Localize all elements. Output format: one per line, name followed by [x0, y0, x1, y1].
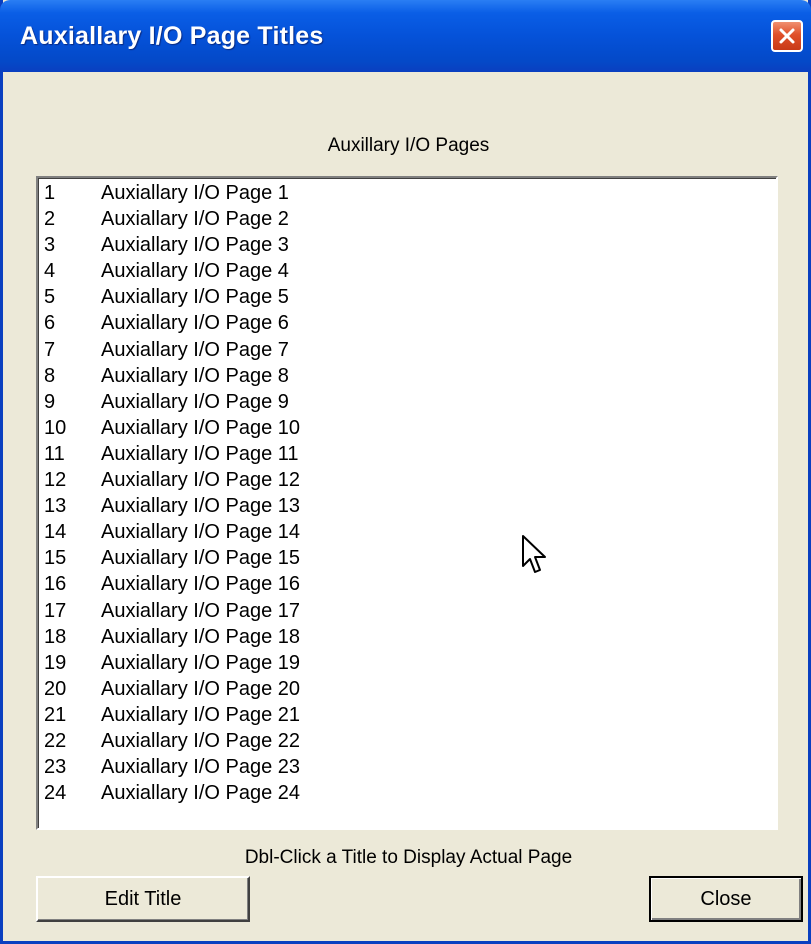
title-bar[interactable]: Auxiallary I/O Page Titles — [0, 0, 811, 72]
window-title: Auxiallary I/O Page Titles — [20, 22, 324, 50]
page-title: Auxiallary I/O Page 3 — [101, 234, 289, 257]
page-number: 19 — [44, 651, 67, 674]
page-number: 21 — [44, 703, 67, 726]
list-item[interactable]: 13 Auxiallary I/O Page 13 — [38, 493, 776, 519]
page-title: Auxiallary I/O Page 13 — [101, 495, 300, 518]
page-number: 20 — [44, 677, 67, 700]
dialog-window: Auxiallary I/O Page Titles Auxillary I/O… — [0, 0, 811, 944]
page-title: Auxiallary I/O Page 15 — [101, 547, 300, 570]
list-item[interactable]: 11 Auxiallary I/O Page 11 — [38, 441, 776, 467]
list-header: Auxillary I/O Pages — [327, 135, 490, 156]
page-number: 22 — [44, 729, 67, 752]
page-number: 14 — [44, 521, 67, 544]
page-title: Auxiallary I/O Page 2 — [101, 208, 289, 231]
close-icon[interactable] — [771, 20, 803, 52]
page-title: Auxiallary I/O Page 16 — [101, 573, 300, 596]
list-item[interactable]: 15 Auxiallary I/O Page 15 — [38, 545, 776, 571]
edit-title-button[interactable]: Edit Title — [36, 876, 250, 922]
mouse-pointer-icon — [521, 534, 549, 583]
page-number: 23 — [44, 756, 67, 779]
page-number: 12 — [44, 469, 67, 492]
page-number: 18 — [44, 625, 67, 648]
page-title: Auxiallary I/O Page 10 — [101, 416, 300, 439]
page-number: 11 — [44, 442, 65, 465]
page-number: 15 — [44, 547, 67, 570]
page-number: 2 — [44, 208, 56, 231]
list-item[interactable]: 10 Auxiallary I/O Page 10 — [38, 415, 776, 441]
page-title: Auxiallary I/O Page 5 — [101, 286, 289, 309]
close-x-glyph — [779, 28, 795, 44]
list-item[interactable]: 17 Auxiallary I/O Page 17 — [38, 598, 776, 624]
page-title: Auxiallary I/O Page 9 — [101, 390, 289, 413]
page-number: 17 — [44, 599, 67, 622]
page-title: Auxiallary I/O Page 20 — [101, 677, 300, 700]
list-item[interactable]: 9 Auxiallary I/O Page 9 — [38, 389, 776, 415]
list-item[interactable]: 22 Auxiallary I/O Page 22 — [38, 728, 776, 754]
page-title: Auxiallary I/O Page 18 — [101, 625, 300, 648]
list-item[interactable]: 1 Auxiallary I/O Page 1 — [38, 180, 776, 206]
page-number: 16 — [44, 573, 67, 596]
list-item[interactable]: 4 Auxiallary I/O Page 4 — [38, 258, 776, 284]
page-title: Auxiallary I/O Page 12 — [101, 469, 300, 492]
page-title: Auxiallary I/O Page 19 — [101, 651, 300, 674]
page-title: Auxiallary I/O Page 6 — [101, 312, 289, 335]
page-title: Auxiallary I/O Page 8 — [101, 364, 289, 387]
list-item[interactable]: 21 Auxiallary I/O Page 21 — [38, 702, 776, 728]
page-number: 8 — [44, 364, 56, 387]
page-number: 9 — [44, 390, 56, 413]
list-item[interactable]: 19 Auxiallary I/O Page 19 — [38, 650, 776, 676]
list-item[interactable]: 6 Auxiallary I/O Page 6 — [38, 310, 776, 336]
list-item[interactable]: 14 Auxiallary I/O Page 14 — [38, 519, 776, 545]
page-number: 6 — [44, 312, 56, 335]
page-number: 5 — [44, 286, 56, 309]
list-item[interactable]: 5 Auxiallary I/O Page 5 — [38, 284, 776, 310]
list-item[interactable]: 3 Auxiallary I/O Page 3 — [38, 232, 776, 258]
page-title: Auxiallary I/O Page 23 — [101, 756, 300, 779]
list-item[interactable]: 12 Auxiallary I/O Page 12 — [38, 467, 776, 493]
page-title: Auxiallary I/O Page 21 — [101, 703, 300, 726]
page-titles-list[interactable]: 1 Auxiallary I/O Page 1 2 Auxiallary I/O Pa… — [36, 176, 778, 830]
page-number: 4 — [44, 260, 56, 283]
page-number: 3 — [44, 234, 56, 257]
hint-text: Dbl-Click a Title to Display Actual Page — [244, 847, 573, 868]
page-number: 13 — [44, 495, 67, 518]
page-title: Auxiallary I/O Page 7 — [101, 338, 289, 361]
list-item[interactable]: 23 Auxiallary I/O Page 23 — [38, 754, 776, 780]
page-number: 7 — [44, 338, 56, 361]
page-title: Auxiallary I/O Page 14 — [101, 521, 300, 544]
list-item[interactable]: 8 Auxiallary I/O Page 8 — [38, 363, 776, 389]
list-item[interactable]: 2 Auxiallary I/O Page 2 — [38, 206, 776, 232]
page-number: 1 — [44, 182, 56, 204]
list-item[interactable]: 24 Auxiallary I/O Page 24 — [38, 780, 776, 806]
page-title: Auxiallary I/O Page 4 — [101, 260, 289, 283]
list-item[interactable]: 7 Auxiallary I/O Page 7 — [38, 337, 776, 363]
list-item[interactable]: 18 Auxiallary I/O Page 18 — [38, 624, 776, 650]
page-title: Auxiallary I/O Page 11 — [101, 442, 299, 465]
page-title: Auxiallary I/O Page 22 — [101, 729, 300, 752]
page-title: Auxiallary I/O Page 1 — [101, 182, 289, 204]
list-item[interactable]: 16 Auxiallary I/O Page 16 — [38, 571, 776, 597]
page-title: Auxiallary I/O Page 17 — [101, 599, 300, 622]
close-button[interactable]: Close — [649, 876, 803, 922]
page-number: 10 — [44, 416, 67, 439]
page-title: Auxiallary I/O Page 24 — [101, 782, 300, 805]
list-item[interactable]: 20 Auxiallary I/O Page 20 — [38, 676, 776, 702]
page-number: 24 — [44, 782, 67, 805]
